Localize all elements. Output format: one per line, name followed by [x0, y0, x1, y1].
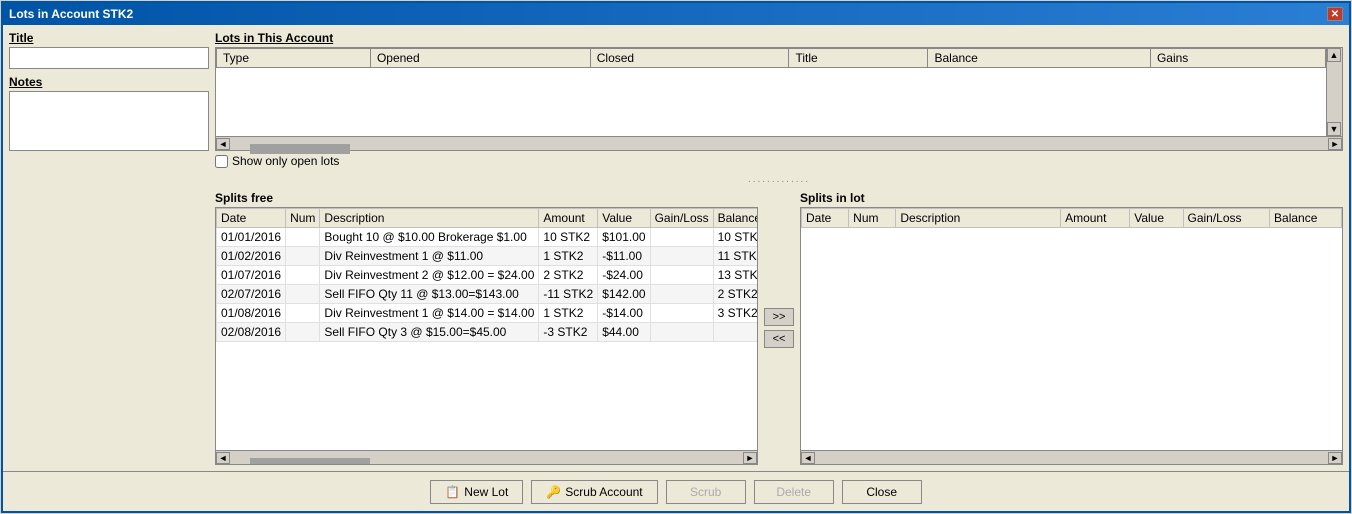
- splits-lot-section: Splits in lot Date Num Description Amoun…: [800, 191, 1343, 465]
- middle-buttons: >> <<: [764, 191, 794, 465]
- free-col-num: Num: [286, 209, 320, 228]
- new-lot-button[interactable]: 📋 New Lot: [430, 480, 523, 504]
- delete-button[interactable]: Delete: [754, 480, 834, 504]
- free-col-desc: Description: [320, 209, 539, 228]
- splits-lot-scrollbar-h[interactable]: ◄ ►: [801, 450, 1342, 464]
- table-row[interactable]: 02/08/2016Sell FIFO Qty 3 @ $15.00=$45.0…: [217, 323, 758, 342]
- left-panel: Title Notes: [9, 31, 209, 465]
- divider-handle: .............: [215, 174, 1343, 185]
- lot-col-desc: Description: [896, 209, 1061, 228]
- notes-textarea[interactable]: [9, 91, 209, 151]
- close-btn[interactable]: Close: [842, 480, 922, 504]
- free-col-gainloss: Gain/Loss: [650, 209, 713, 228]
- scrub-account-button[interactable]: 🔑 Scrub Account: [531, 480, 657, 504]
- free-col-amount: Amount: [539, 209, 598, 228]
- scrub-label: Scrub: [690, 485, 721, 499]
- lots-section-label: Lots in This Account: [215, 31, 1343, 45]
- title-bar: Lots in Account STK2 ✕: [3, 3, 1349, 25]
- free-col-date: Date: [217, 209, 286, 228]
- lots-hscroll-left[interactable]: ◄: [216, 138, 230, 150]
- lots-col-closed: Closed: [590, 49, 789, 68]
- lots-section: Lots in This Account Type Opened Closed …: [215, 31, 1343, 168]
- lots-table-scroll[interactable]: Type Opened Closed Title Balance Gains: [216, 48, 1326, 136]
- splits-free-section: Splits free Date Num Description Amount: [215, 191, 758, 465]
- scrub-button[interactable]: Scrub: [666, 480, 746, 504]
- table-row[interactable]: 02/07/2016Sell FIFO Qty 11 @ $13.00=$143…: [217, 285, 758, 304]
- splits-lot-scroll-area[interactable]: Date Num Description Amount Value Gain/L…: [801, 208, 1342, 450]
- free-col-value: Value: [598, 209, 650, 228]
- move-right-button[interactable]: >>: [764, 308, 794, 326]
- lots-col-opened: Opened: [370, 49, 590, 68]
- main-content: Title Notes Lots in This Account: [3, 25, 1349, 471]
- lot-col-amount: Amount: [1061, 209, 1130, 228]
- lots-table: Type Opened Closed Title Balance Gains: [216, 48, 1326, 68]
- free-hscroll-right[interactable]: ►: [743, 452, 757, 464]
- splits-free-scrollbar-h[interactable]: ◄ ►: [216, 450, 757, 464]
- move-left-button[interactable]: <<: [764, 330, 794, 348]
- free-hscroll-left[interactable]: ◄: [216, 452, 230, 464]
- lots-col-gains: Gains: [1150, 49, 1325, 68]
- lots-col-balance: Balance: [928, 49, 1150, 68]
- lots-col-type: Type: [217, 49, 371, 68]
- lots-scroll-up[interactable]: ▲: [1327, 48, 1341, 62]
- table-row[interactable]: 01/02/2016Div Reinvestment 1 @ $11.001 S…: [217, 247, 758, 266]
- close-label: Close: [866, 485, 897, 499]
- table-row[interactable]: 01/07/2016Div Reinvestment 2 @ $12.00 = …: [217, 266, 758, 285]
- lot-col-gainloss: Gain/Loss: [1183, 209, 1270, 228]
- scrub-account-icon: 🔑: [546, 485, 561, 499]
- lot-col-date: Date: [802, 209, 849, 228]
- window-title: Lots in Account STK2: [9, 7, 133, 21]
- lots-scroll-down[interactable]: ▼: [1327, 122, 1341, 136]
- title-field-group: Title: [9, 31, 209, 69]
- show-only-checkbox[interactable]: [215, 155, 228, 168]
- lots-col-title: Title: [789, 49, 928, 68]
- close-button[interactable]: ✕: [1327, 7, 1343, 21]
- splits-free-table: Date Num Description Amount Value Gain/L…: [216, 208, 757, 342]
- lot-col-value: Value: [1130, 209, 1183, 228]
- lot-hscroll-left[interactable]: ◄: [801, 452, 815, 464]
- splits-lot-table: Date Num Description Amount Value Gain/L…: [801, 208, 1342, 228]
- notes-field-group: Notes: [9, 75, 209, 154]
- title-input[interactable]: [9, 47, 209, 69]
- lots-hscroll-right[interactable]: ►: [1328, 138, 1342, 150]
- lots-scrollbar-h[interactable]: ◄ ►: [215, 137, 1343, 151]
- table-row[interactable]: 01/01/2016Bought 10 @ $10.00 Brokerage $…: [217, 228, 758, 247]
- free-col-balance: Balance: [713, 209, 757, 228]
- splits-lot-label: Splits in lot: [800, 191, 1343, 205]
- lots-scrollbar-v[interactable]: ▲ ▼: [1326, 48, 1342, 136]
- splits-lot-table-wrapper: Date Num Description Amount Value Gain/L…: [800, 207, 1343, 465]
- right-panel: Lots in This Account Type Opened Closed …: [215, 31, 1343, 465]
- bottom-bar: 📋 New Lot 🔑 Scrub Account Scrub Delete C…: [3, 471, 1349, 511]
- splits-free-table-wrapper: Date Num Description Amount Value Gain/L…: [215, 207, 758, 465]
- new-lot-icon: 📋: [445, 485, 460, 499]
- splits-free-scroll-area[interactable]: Date Num Description Amount Value Gain/L…: [216, 208, 757, 450]
- show-only-row: Show only open lots: [215, 154, 1343, 168]
- show-only-label: Show only open lots: [232, 154, 339, 168]
- scrub-account-label: Scrub Account: [565, 485, 642, 499]
- lot-col-num: Num: [849, 209, 896, 228]
- delete-label: Delete: [776, 485, 811, 499]
- splits-free-label: Splits free: [215, 191, 758, 205]
- table-row[interactable]: 01/08/2016Div Reinvestment 1 @ $14.00 = …: [217, 304, 758, 323]
- bottom-splits: Splits free Date Num Description Amount: [215, 191, 1343, 465]
- new-lot-label: New Lot: [464, 485, 508, 499]
- notes-label: Notes: [9, 75, 209, 89]
- title-label: Title: [9, 31, 209, 45]
- lot-col-balance: Balance: [1270, 209, 1342, 228]
- lot-hscroll-right[interactable]: ►: [1328, 452, 1342, 464]
- main-window: Lots in Account STK2 ✕ Title Notes Lots …: [1, 1, 1351, 513]
